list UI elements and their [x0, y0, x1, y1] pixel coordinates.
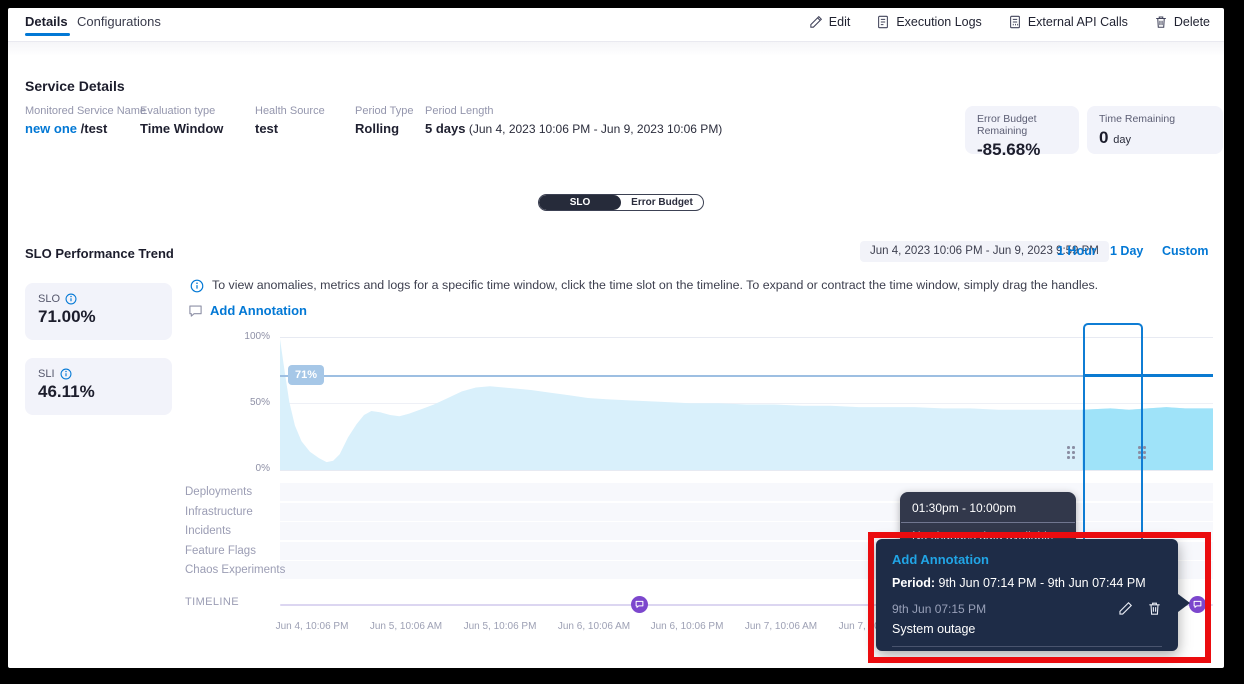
info-icon: [190, 279, 204, 293]
card-label: Time Remaining: [1099, 113, 1211, 125]
row-label-infrastructure: Infrastructure: [185, 506, 253, 518]
timeline-info: To view anomalies, metrics and logs for …: [190, 278, 1098, 293]
toggle-error-budget[interactable]: Error Budget: [621, 195, 703, 210]
service-details-title: Service Details: [25, 78, 125, 94]
slo-target-badge: 71%: [288, 365, 324, 385]
toggle-slo[interactable]: SLO: [539, 195, 621, 210]
field-label: Period Type: [355, 105, 414, 117]
field-value: Time Window: [140, 121, 223, 136]
field-value: test: [255, 121, 325, 136]
external-api-calls-button[interactable]: External API Calls: [1008, 15, 1128, 29]
info-icon[interactable]: [65, 293, 77, 305]
pencil-icon: [809, 15, 823, 29]
row-label-deployments: Deployments: [185, 486, 252, 498]
header-shadow: [8, 42, 1224, 56]
tab-configurations[interactable]: Configurations: [77, 14, 161, 29]
add-annotation-button[interactable]: Add Annotation: [188, 303, 307, 318]
tab-details[interactable]: Details: [25, 14, 68, 29]
delete-annotation-icon[interactable]: [1147, 601, 1162, 616]
edit-label: Edit: [829, 15, 851, 29]
error-budget-remaining-card: Error Budget Remaining -85.68%: [965, 106, 1079, 154]
sli-card: SLI 46.11%: [25, 358, 172, 415]
timeline-info-text: To view anomalies, metrics and logs for …: [212, 278, 1098, 292]
card-value: 0: [1099, 128, 1108, 147]
annotation-marker-active[interactable]: [1189, 596, 1206, 613]
row-label-feature-flags: Feature Flags: [185, 545, 256, 557]
period-length-value: 5 days: [425, 121, 465, 136]
external-api-calls-label: External API Calls: [1028, 15, 1128, 29]
ytick-50: 50%: [230, 397, 270, 408]
trend-title: SLO Performance Trend: [25, 246, 174, 261]
field-period-length: Period Length 5 days (Jun 4, 2023 10:06 …: [425, 105, 722, 136]
tooltip-time-range: 01:30pm - 10:00pm: [900, 492, 1076, 522]
selection-drag-handle-right[interactable]: [1138, 446, 1148, 460]
xtick: Jun 5, 10:06 AM: [370, 621, 442, 632]
monitored-service-path: /test: [77, 121, 107, 136]
selection-drag-handle-left[interactable]: [1067, 446, 1077, 460]
delete-label: Delete: [1174, 15, 1210, 29]
popup-period-value: 9th Jun 07:14 PM - 9th Jun 07:44 PM: [935, 576, 1146, 590]
slo-card-value: 71.00%: [38, 307, 159, 327]
popup-divider: [892, 646, 1162, 647]
period-length-range: (Jun 4, 2023 10:06 PM - Jun 9, 2023 10:0…: [465, 122, 722, 136]
delete-button[interactable]: Delete: [1154, 15, 1210, 29]
field-value: Rolling: [355, 121, 414, 136]
row-label-incidents: Incidents: [185, 525, 231, 537]
slo-card-label: SLO: [38, 293, 60, 305]
field-monitored-service: Monitored Service Name new one /test: [25, 105, 146, 136]
chat-bubble-icon: [1193, 600, 1202, 609]
card-value: -85.68%: [977, 140, 1067, 160]
trash-icon: [1154, 15, 1168, 29]
field-period-type: Period Type Rolling: [355, 105, 414, 136]
active-tab-underline: [25, 33, 70, 36]
popup-add-annotation-link[interactable]: Add Annotation: [892, 552, 1162, 567]
screenshot-frame: Details Configurations Edit Execution Lo…: [0, 0, 1244, 684]
annotation-marker[interactable]: [631, 596, 648, 613]
execution-logs-label: Execution Logs: [896, 15, 981, 29]
document-api-icon: [1008, 15, 1022, 29]
row-label-chaos-experiments: Chaos Experiments: [185, 564, 285, 576]
document-icon: [876, 15, 890, 29]
popup-entry-text: System outage: [892, 622, 1162, 636]
timeline-label: TIMELINE: [185, 596, 239, 608]
ytick-100: 100%: [230, 331, 270, 342]
annotation-popup: Add Annotation Period: 9th Jun 07:14 PM …: [876, 539, 1178, 651]
popup-entry-time: 9th Jun 07:15 PM: [892, 602, 1118, 616]
field-label: Period Length: [425, 105, 722, 117]
view-toggle: SLO Error Budget: [538, 194, 704, 211]
popup-period-label: Period:: [892, 576, 935, 590]
chat-bubble-icon: [635, 600, 644, 609]
xtick: Jun 6, 10:06 PM: [651, 621, 724, 632]
xtick: Jun 7, 10:06 AM: [745, 621, 817, 632]
card-unit: day: [1113, 134, 1131, 146]
edit-button[interactable]: Edit: [809, 15, 851, 29]
chat-bubble-icon: [188, 304, 203, 318]
field-label: Evaluation type: [140, 105, 223, 117]
execution-logs-button[interactable]: Execution Logs: [876, 15, 981, 29]
ytick-0: 0%: [230, 463, 270, 474]
monitored-service-link[interactable]: new one: [25, 121, 77, 136]
popup-caret: [1178, 594, 1190, 612]
info-icon[interactable]: [60, 368, 72, 380]
slo-card: SLO 71.00%: [25, 283, 172, 340]
xtick: Jun 4, 10:06 PM: [276, 621, 349, 632]
field-evaluation-type: Evaluation type Time Window: [140, 105, 223, 136]
time-remaining-card: Time Remaining 0 day: [1087, 106, 1223, 154]
slo-target-line: [280, 375, 1083, 377]
field-health-source: Health Source test: [255, 105, 325, 136]
sli-card-value: 46.11%: [38, 382, 159, 402]
edit-annotation-icon[interactable]: [1118, 601, 1133, 616]
xtick: Jun 5, 10:06 PM: [464, 621, 537, 632]
range-1-day[interactable]: 1 Day: [1110, 244, 1143, 258]
xtick: Jun 6, 10:06 AM: [558, 621, 630, 632]
header-actions: Edit Execution Logs External API Calls D…: [809, 15, 1210, 29]
card-label: Error Budget Remaining: [977, 113, 1067, 137]
field-label: Health Source: [255, 105, 325, 117]
range-1-hour[interactable]: 1 Hour: [1057, 244, 1097, 258]
range-custom[interactable]: Custom: [1162, 244, 1209, 258]
add-annotation-label: Add Annotation: [210, 303, 307, 318]
field-label: Monitored Service Name: [25, 105, 146, 117]
sli-card-label: SLI: [38, 368, 55, 380]
app-window: Details Configurations Edit Execution Lo…: [8, 8, 1224, 668]
